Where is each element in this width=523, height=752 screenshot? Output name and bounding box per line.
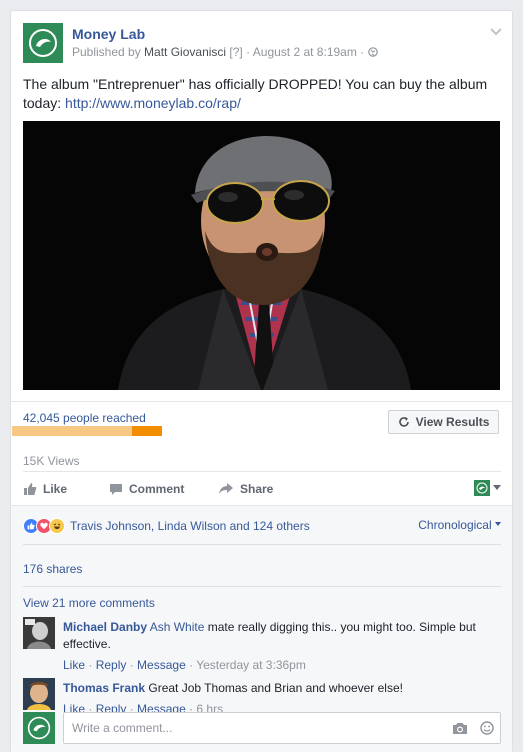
composer-avatar [23,712,55,744]
share-arrow-icon [219,483,233,494]
comment-author[interactable]: Michael Danby [63,620,147,634]
video-player[interactable] [23,121,500,390]
comment-mention[interactable]: Ash White [150,620,205,634]
reactions-row: Travis Johnson, Linda Wilson and 124 oth… [23,516,501,536]
money-lab-mini-icon [476,482,488,494]
view-count: 15K Views [23,454,80,468]
post-date[interactable]: · August 2 at 8:19am · [243,45,364,59]
caret-down-small-icon [495,522,501,526]
chevron-down-icon[interactable] [489,27,503,37]
comment-composer: Write a comment... [23,712,501,746]
view-results-label: View Results [415,415,490,429]
post-meta: Published by Matt Giovanisci [?] · Augus… [72,45,378,59]
comment-time[interactable]: Yesterday at 3:36pm [196,658,306,672]
globe-icon [367,47,378,57]
action-bar: Like Comment Share [23,471,501,505]
view-results-button[interactable]: View Results [388,410,499,434]
page-avatar[interactable] [23,23,63,63]
help-marker[interactable]: [?] [229,45,242,59]
avatar-image [23,617,55,649]
comment-label: Comment [129,482,185,496]
money-lab-logo-icon [29,29,57,57]
emoji-icon[interactable] [480,721,494,735]
divider [23,544,501,545]
page-thumbnail-icon [474,480,490,496]
comment-order-selector[interactable]: Chronological [418,518,501,532]
comment-like-link[interactable]: Like [63,658,85,672]
page-name[interactable]: Money Lab [72,26,145,42]
comment-icon [110,484,122,495]
comment-order-label: Chronological [418,518,492,532]
camera-icon[interactable] [452,721,468,735]
commenter-avatar[interactable] [23,678,55,710]
comment-author[interactable]: Thomas Frank [63,681,145,695]
reach-progress-bar [12,426,162,436]
published-by-label: Published by [72,45,145,59]
comment-input[interactable]: Write a comment... [63,712,501,744]
money-lab-logo-icon [27,716,51,740]
reactors-list[interactable]: Travis Johnson, Linda Wilson and 124 oth… [70,519,310,533]
caret-down-icon [493,485,501,490]
comment-message-link[interactable]: Message [137,658,186,672]
like-label: Like [43,482,68,496]
reaction-icons[interactable] [23,518,65,534]
view-more-comments-link[interactable]: View 21 more comments [23,596,155,610]
post-header: Money Lab Published by Matt Giovanisci [… [23,23,503,65]
comment-input-placeholder: Write a comment... [72,721,173,735]
post-card: Money Lab Published by Matt Giovanisci [… [10,10,513,752]
share-as-selector[interactable] [474,480,501,496]
publisher-link[interactable]: Matt Giovanisci [144,45,226,59]
share-label: Share [240,482,274,496]
insights-bar: 42,045 people reached View Results [11,401,512,451]
video-thumbnail [23,121,500,390]
composer-icons [452,721,494,735]
comments-section: Travis Johnson, Linda Wilson and 124 oth… [11,505,512,752]
haha-reaction-icon [49,518,65,534]
like-button[interactable]: Like [23,482,67,496]
comment-text: Great Job Thomas and Brian and whoever e… [148,681,403,695]
post-text: The album "Entreprenuer" has officially … [23,75,503,113]
reach-progress-fill [132,426,162,436]
comment-button[interactable]: Comment [109,482,184,496]
comment-actions: Like · Reply · Message · Yesterday at 3:… [63,658,306,672]
commenter-avatar[interactable] [23,617,55,649]
refresh-icon [398,417,409,427]
divider [23,586,501,587]
comment-body: Michael Danby Ash White mate really digg… [63,619,493,674]
album-link[interactable]: http://www.moneylab.co/rap/ [65,95,241,111]
comment-reply-link[interactable]: Reply [96,658,127,672]
thumbs-up-icon [24,483,37,495]
avatar-image [23,678,55,710]
shares-count[interactable]: 176 shares [23,562,82,576]
share-button[interactable]: Share [218,482,273,496]
people-reached[interactable]: 42,045 people reached [23,411,146,425]
